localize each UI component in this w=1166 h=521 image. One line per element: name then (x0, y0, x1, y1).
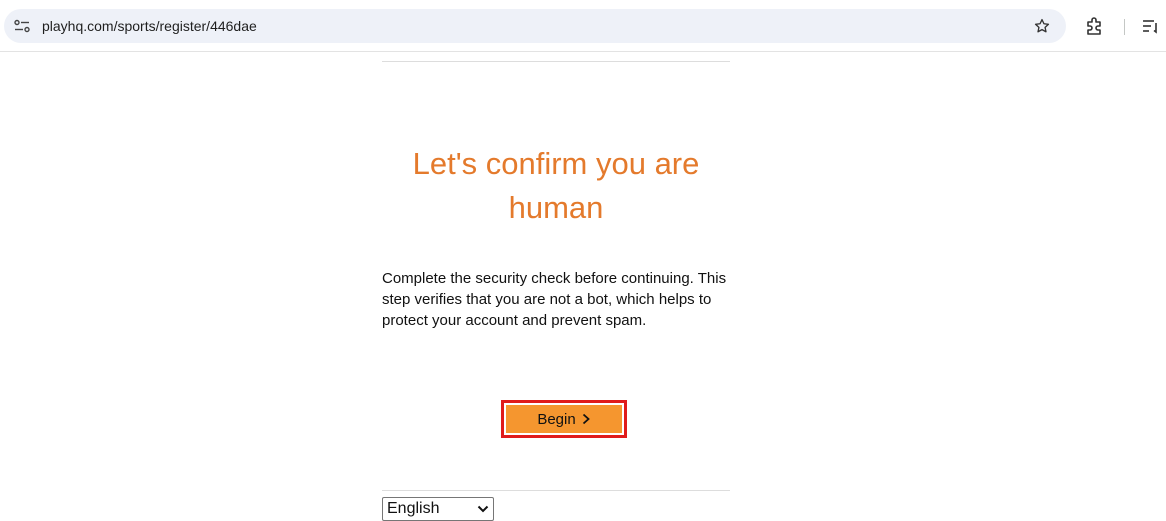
bottom-divider (382, 490, 730, 491)
url-text[interactable]: playhq.com/sports/register/446dae (42, 18, 257, 34)
language-selected-value: English (387, 500, 440, 517)
reading-list-icon[interactable] (1142, 18, 1160, 34)
chevron-down-icon (477, 505, 489, 513)
address-bar[interactable]: playhq.com/sports/register/446dae (4, 9, 1066, 43)
toolbar-divider (1124, 19, 1125, 35)
chevron-right-icon (582, 413, 590, 425)
site-info-icon[interactable] (14, 19, 30, 33)
begin-button[interactable]: Begin (501, 400, 627, 438)
begin-button-face[interactable]: Begin (506, 405, 622, 433)
browser-toolbar: playhq.com/sports/register/446dae (0, 0, 1166, 52)
top-divider (382, 61, 730, 62)
page-title: Let's confirm you are human (412, 146, 700, 225)
bookmark-star-icon[interactable] (1033, 17, 1051, 35)
language-select[interactable]: English (382, 497, 494, 521)
begin-button-label: Begin (537, 410, 576, 428)
security-check-description: Complete the security check before conti… (382, 270, 727, 329)
extensions-icon[interactable] (1085, 16, 1105, 36)
